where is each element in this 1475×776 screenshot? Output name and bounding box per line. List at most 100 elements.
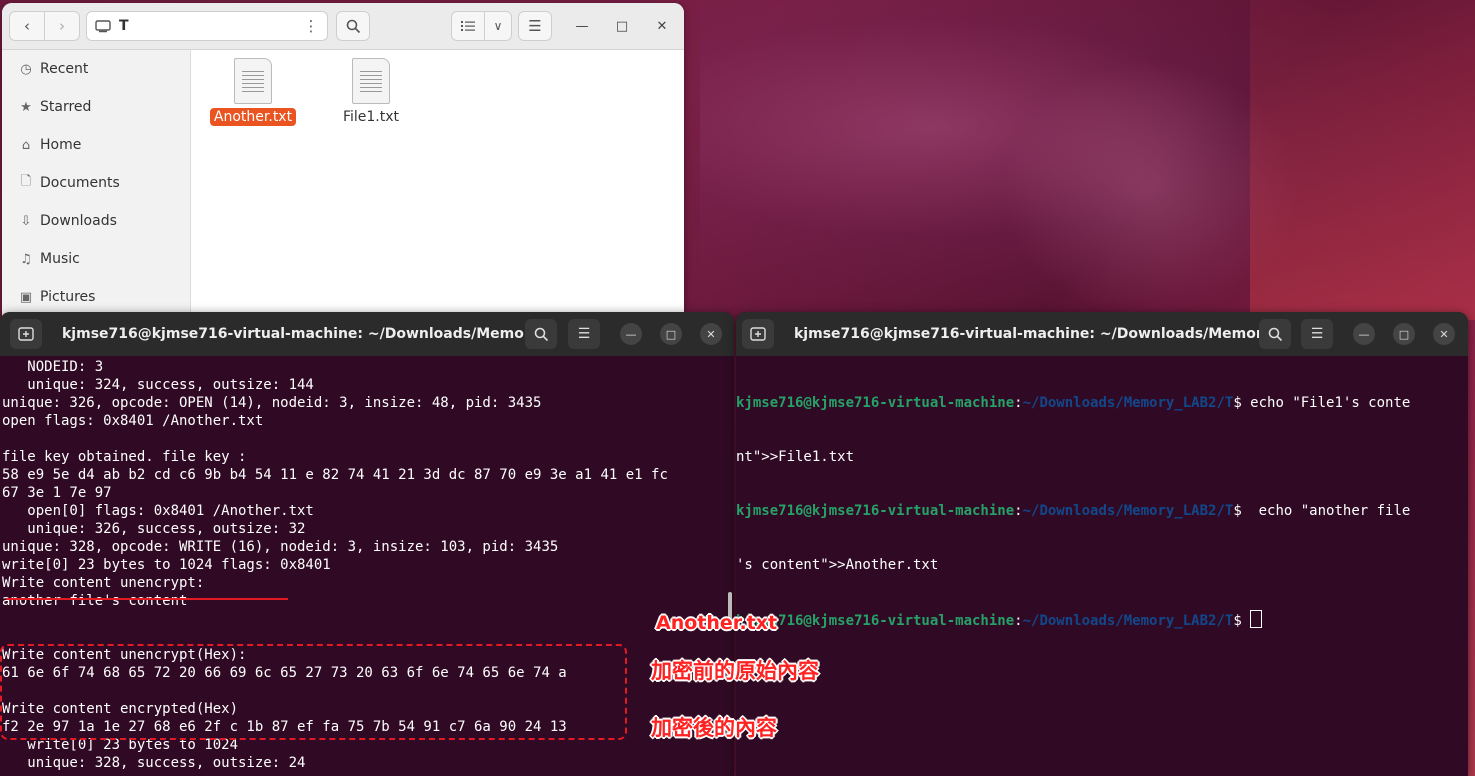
close-icon: ✕ xyxy=(706,327,716,341)
picture-icon: ▣ xyxy=(19,289,33,305)
sidebar-item-recent[interactable]: ◷ Recent xyxy=(2,50,190,88)
close-button[interactable]: ✕ xyxy=(1433,323,1455,345)
sidebar-item-music[interactable]: ♫ Music xyxy=(2,240,190,278)
text-file-icon xyxy=(352,58,390,104)
command-text: $ xyxy=(1233,613,1251,629)
new-tab-button[interactable] xyxy=(742,319,774,349)
file-manager-headerbar: ‹ › T ⋮ ∨ ☰ — □ ✕ xyxy=(2,3,684,50)
terminal-line: write[0] 23 bytes to 1024 flags: 0x8401 xyxy=(2,557,331,573)
view-options-button[interactable]: ∨ xyxy=(484,11,512,41)
file-grid: Another.txt File1.txt xyxy=(191,50,684,333)
sidebar-item-label: Downloads xyxy=(40,213,117,229)
file-name: File1.txt xyxy=(342,109,400,125)
file-item-file1[interactable]: File1.txt xyxy=(326,58,416,126)
annotation-before-encryption: 加密前的原始內容 xyxy=(651,659,819,683)
new-tab-icon xyxy=(18,327,34,341)
new-tab-icon xyxy=(750,327,766,341)
terminal-search-button[interactable] xyxy=(1259,319,1291,349)
terminal-window-left: kjmse716@kjmse716-virtual-machine: ~/Dow… xyxy=(0,312,734,776)
hamburger-icon: ☰ xyxy=(577,326,591,342)
search-icon xyxy=(346,19,360,33)
sidebar-item-label: Starred xyxy=(40,99,92,115)
terminal-title: kjmse716@kjmse716-virtual-machine: ~/Dow… xyxy=(62,326,555,342)
minimize-button[interactable]: — xyxy=(1353,323,1375,345)
command-text: $ echo "File1's conte xyxy=(1233,395,1411,411)
close-button[interactable]: ✕ xyxy=(647,11,677,41)
annotation-underline xyxy=(6,598,288,600)
minimize-icon: — xyxy=(1358,327,1370,341)
path-menu-button[interactable]: ⋮ xyxy=(294,11,328,41)
wallpaper-glow xyxy=(1250,0,1475,320)
text-file-icon xyxy=(234,58,272,104)
annotation-after-encryption: 加密後的內容 xyxy=(651,716,777,740)
maximize-button[interactable]: □ xyxy=(660,323,682,345)
annotation-dashed-box xyxy=(0,644,627,740)
close-button[interactable]: ✕ xyxy=(700,323,722,345)
sidebar-item-label: Documents xyxy=(40,175,120,191)
terminal-line: kjmse716@kjmse716-virtual-machine:~/Down… xyxy=(736,610,1464,629)
chevron-down-icon: ∨ xyxy=(493,19,503,33)
path-bar[interactable]: T xyxy=(86,11,328,41)
terminal-search-button[interactable] xyxy=(525,319,557,349)
terminal-line: 67 3e 1 7e 97 xyxy=(2,485,112,501)
terminal-line: kjmse716@kjmse716-virtual-machine:~/Down… xyxy=(736,503,1411,519)
sidebar-item-label: Recent xyxy=(40,61,89,77)
terminal-line: unique: 326, success, outsize: 32 xyxy=(2,521,306,537)
drive-icon xyxy=(95,20,111,33)
annotation-filename: Another.txt xyxy=(656,612,778,634)
terminal-line: unique: 328, opcode: WRITE (16), nodeid:… xyxy=(2,539,559,555)
terminal-headerbar: kjmse716@kjmse716-virtual-machine: ~/Dow… xyxy=(736,312,1468,356)
new-tab-button[interactable] xyxy=(10,319,42,349)
list-view-button[interactable] xyxy=(451,11,485,41)
minimize-button[interactable]: — xyxy=(620,323,642,345)
file-item-another[interactable]: Another.txt xyxy=(208,58,298,126)
sidebar-item-label: Pictures xyxy=(40,289,96,305)
maximize-button[interactable]: □ xyxy=(607,11,637,41)
terminal-line: unique: 326, opcode: OPEN (14), nodeid: … xyxy=(2,395,542,411)
forward-button[interactable]: › xyxy=(44,11,80,41)
terminal-line: open[0] flags: 0x8401 /Another.txt xyxy=(2,503,314,519)
hamburger-icon: ☰ xyxy=(1310,326,1324,342)
terminal-output[interactable]: kjmse716@kjmse716-virtual-machine:~/Down… xyxy=(736,358,1464,776)
minimize-icon: — xyxy=(625,327,637,341)
sidebar-item-documents[interactable]: 🗋 Documents xyxy=(2,164,190,202)
terminal-line: file key obtained. file key : xyxy=(2,449,247,465)
document-icon: 🗋 xyxy=(20,174,32,189)
music-icon: ♫ xyxy=(20,251,32,267)
sidebar-item-starred[interactable]: ★ Starred xyxy=(2,88,190,126)
terminal-menu-button[interactable]: ☰ xyxy=(568,319,600,349)
minimize-button[interactable]: — xyxy=(567,11,597,41)
search-icon xyxy=(534,327,548,341)
prompt-user: kjmse716@kjmse716-virtual-machine xyxy=(736,503,1015,519)
hamburger-icon: ☰ xyxy=(528,17,542,35)
terminal-line: open flags: 0x8401 /Another.txt xyxy=(2,413,264,429)
prompt-path: ~/Downloads/Memory_LAB2/T xyxy=(1022,503,1234,519)
chevron-left-icon: ‹ xyxy=(24,17,30,35)
terminal-line: kjmse716@kjmse716-virtual-machine:~/Down… xyxy=(736,395,1411,411)
home-icon: ⌂ xyxy=(21,137,31,153)
terminal-title: kjmse716@kjmse716-virtual-machine: ~/Dow… xyxy=(794,326,1287,342)
maximize-button[interactable]: □ xyxy=(1393,323,1415,345)
main-menu-button[interactable]: ☰ xyxy=(518,11,552,41)
terminal-window-right: kjmse716@kjmse716-virtual-machine: ~/Dow… xyxy=(736,312,1468,776)
terminal-cursor xyxy=(1250,610,1263,628)
clock-icon: ◷ xyxy=(20,61,32,77)
sidebar-item-pictures[interactable]: ▣ Pictures xyxy=(2,278,190,316)
sidebar-item-home[interactable]: ⌂ Home xyxy=(2,126,190,164)
terminal-line: 's content">>Another.txt xyxy=(736,557,939,573)
file-manager-window: ‹ › T ⋮ ∨ ☰ — □ ✕ ◷ Recent ★ Starred ⌂ Home… xyxy=(2,3,684,333)
terminal-line: NODEID: 3 xyxy=(2,359,104,375)
back-button[interactable]: ‹ xyxy=(9,11,45,41)
terminal-line: unique: 324, success, outsize: 144 xyxy=(2,377,314,393)
search-button[interactable] xyxy=(336,11,370,41)
minimize-icon: — xyxy=(575,18,589,34)
sidebar-item-downloads[interactable]: ⇩ Downloads xyxy=(2,202,190,240)
sidebar-item-label: Music xyxy=(40,251,80,267)
maximize-icon: □ xyxy=(665,327,677,341)
prompt-path: ~/Downloads/Memory_LAB2/T xyxy=(1022,395,1234,411)
prompt-user: kjmse716@kjmse716-virtual-machine xyxy=(736,613,1015,629)
terminal-menu-button[interactable]: ☰ xyxy=(1301,319,1333,349)
terminal-line: 58 e9 5e d4 ab b2 cd c6 9b b4 54 11 e 82… xyxy=(2,467,668,483)
